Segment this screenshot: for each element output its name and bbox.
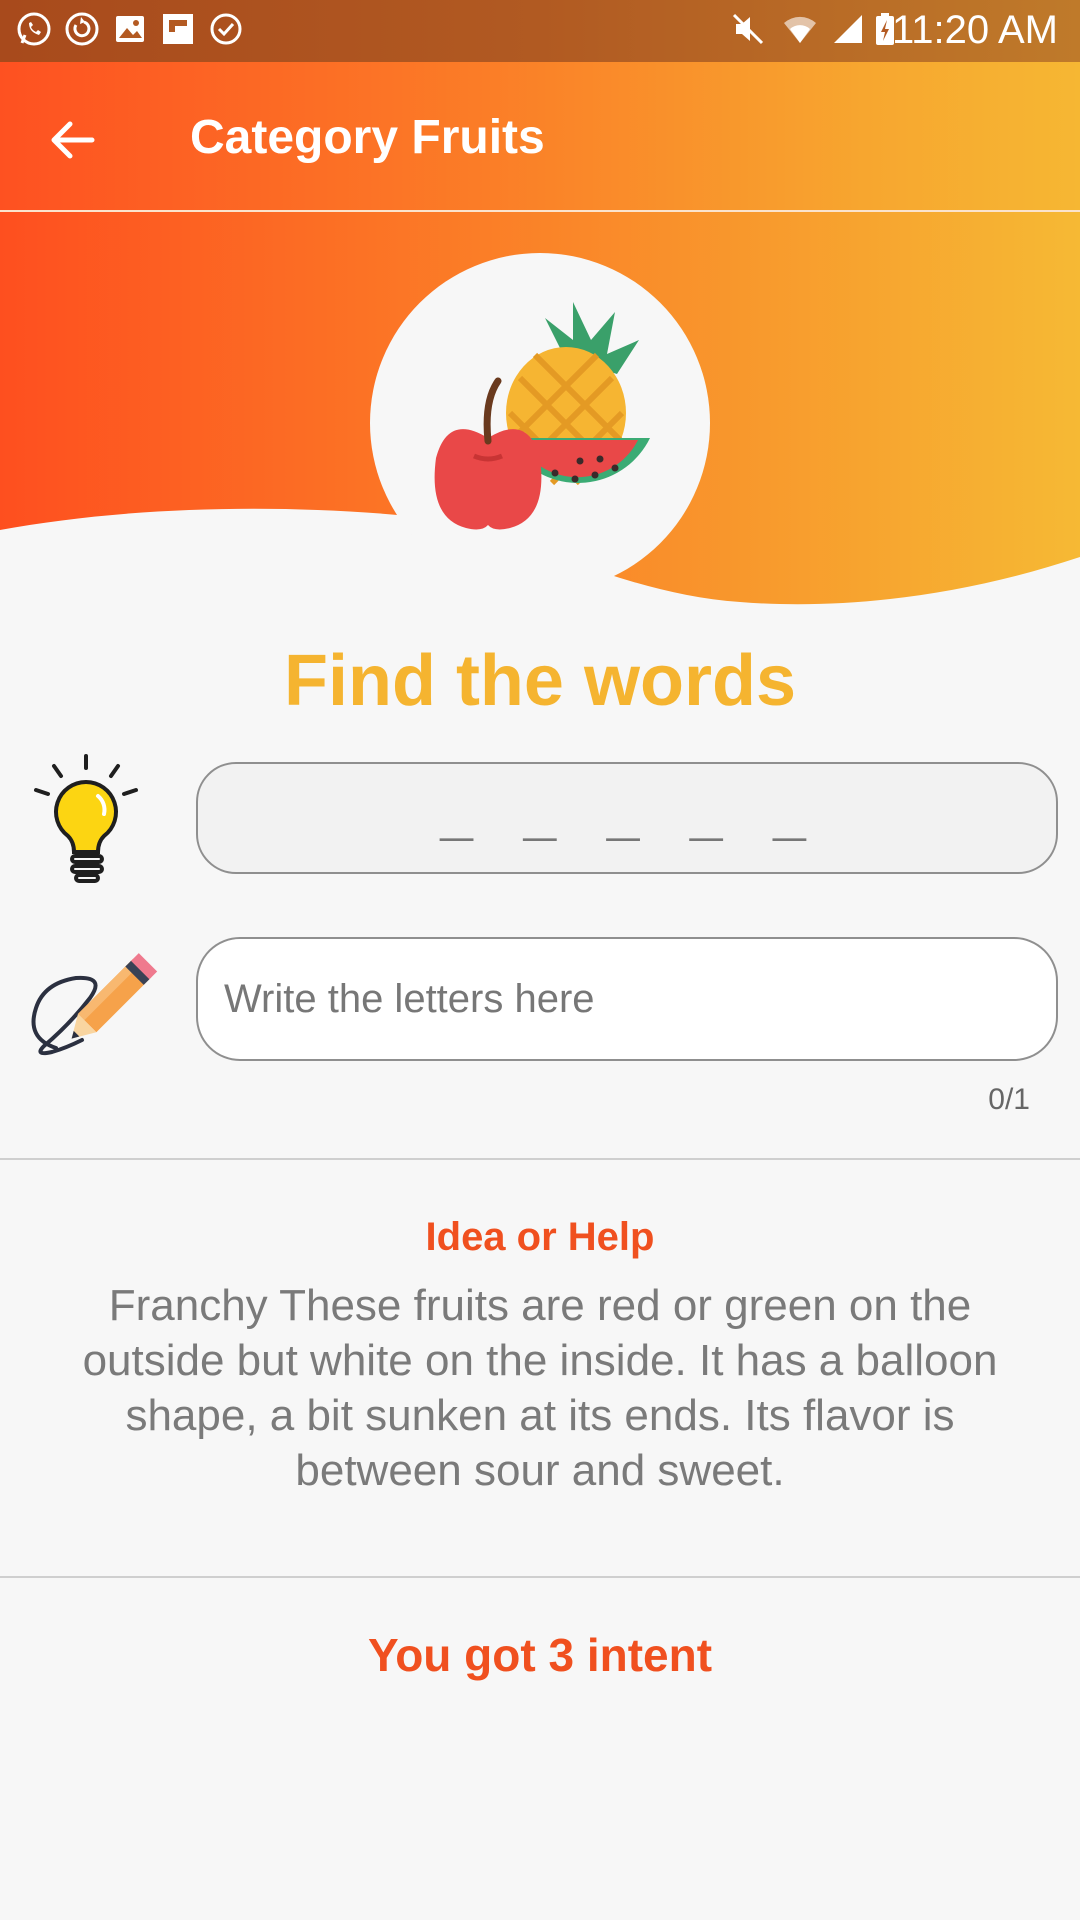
status-bar: 11:20 AM bbox=[0, 0, 1080, 62]
sync-icon bbox=[65, 12, 99, 46]
page-title: Category Fruits bbox=[190, 111, 545, 164]
lightbulb-icon bbox=[34, 754, 138, 883]
attempts-text: You got 3 intent bbox=[367, 1629, 713, 1681]
divider bbox=[0, 1158, 1080, 1160]
wifi-icon bbox=[784, 16, 816, 43]
status-time: 11:20 AM bbox=[891, 8, 1058, 52]
app-bar: Category Fruits bbox=[0, 62, 1080, 212]
whatsapp-icon bbox=[17, 12, 51, 46]
check-circle-icon bbox=[210, 13, 242, 45]
divider bbox=[0, 1576, 1080, 1578]
pencil-icon bbox=[31, 953, 158, 1056]
mute-icon bbox=[732, 13, 764, 45]
arrow-back-icon[interactable] bbox=[44, 112, 100, 168]
hidden-word: _ _ _ _ _ bbox=[439, 788, 815, 852]
screen: 11:20 AM Category Fruits Find the words … bbox=[0, 0, 1080, 1920]
help-text: Franchy These fruits are red or green on… bbox=[82, 1281, 998, 1495]
gallery-icon bbox=[116, 16, 144, 42]
game-title: Find the words bbox=[284, 641, 796, 721]
character-counter: 0/1 bbox=[988, 1083, 1030, 1116]
letters-input[interactable] bbox=[196, 937, 1058, 1061]
fruits-illustration bbox=[370, 253, 710, 593]
signal-icon bbox=[834, 15, 862, 43]
flipboard-icon bbox=[163, 14, 193, 44]
hidden-word-box: _ _ _ _ _ bbox=[196, 762, 1058, 874]
help-title: Idea or Help bbox=[425, 1215, 655, 1259]
